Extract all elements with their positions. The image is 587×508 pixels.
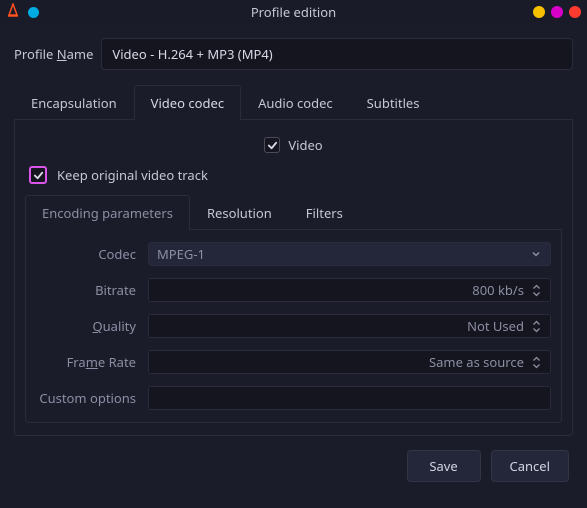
main-tabs: Encapsulation Video codec Audio codec Su… xyxy=(14,84,573,120)
subtab-filters[interactable]: Filters xyxy=(289,195,360,230)
custom-options-input[interactable] xyxy=(148,386,551,410)
titlebar: Profile edition xyxy=(0,0,587,24)
chevron-down-icon xyxy=(530,248,542,260)
quality-value: Not Used xyxy=(467,317,524,335)
framerate-value: Same as source xyxy=(429,353,524,371)
custom-options-label: Custom options xyxy=(36,389,148,407)
bitrate-label: Bitrate xyxy=(36,281,148,299)
spin-arrows[interactable] xyxy=(532,320,542,333)
tab-encapsulation[interactable]: Encapsulation xyxy=(14,85,134,120)
close-button[interactable] xyxy=(569,6,581,18)
chevron-up-icon xyxy=(532,284,541,290)
profile-name-input[interactable] xyxy=(101,38,573,70)
save-button[interactable]: Save xyxy=(407,450,481,482)
codec-label: Codec xyxy=(36,245,148,263)
check-icon xyxy=(267,140,278,151)
keep-original-checkbox[interactable] xyxy=(29,166,47,184)
tab-panel-video-codec: Video Keep original video track Encoding… xyxy=(14,120,573,436)
subtab-resolution[interactable]: Resolution xyxy=(190,195,289,230)
framerate-field[interactable]: Same as source xyxy=(148,350,551,374)
tab-audio-codec[interactable]: Audio codec xyxy=(241,85,350,120)
chevron-down-icon xyxy=(532,327,541,333)
chevron-down-icon xyxy=(532,291,541,297)
spin-arrows[interactable] xyxy=(532,356,542,369)
encoding-form: Codec MPEG-1 Bitrate 800 kb/s Quality xyxy=(25,230,562,423)
video-checkbox[interactable] xyxy=(264,137,280,153)
chevron-down-icon xyxy=(532,363,541,369)
quality-label: Quality xyxy=(36,317,148,335)
tab-video-codec[interactable]: Video codec xyxy=(134,85,241,120)
codec-value: MPEG-1 xyxy=(157,245,205,263)
framerate-label: Frame Rate xyxy=(36,353,148,371)
codec-select[interactable]: MPEG-1 xyxy=(148,242,551,266)
quality-field[interactable]: Not Used xyxy=(148,314,551,338)
chevron-up-icon xyxy=(532,320,541,326)
check-icon xyxy=(33,170,44,181)
minimize-button[interactable] xyxy=(533,6,545,18)
bitrate-field[interactable]: 800 kb/s xyxy=(148,278,551,302)
cancel-button[interactable]: Cancel xyxy=(491,450,569,482)
maximize-button[interactable] xyxy=(551,6,563,18)
keep-original-label: Keep original video track xyxy=(57,166,208,184)
profile-name-label: Profile Name xyxy=(14,45,93,63)
window-title: Profile edition xyxy=(0,3,587,21)
subtab-encoding[interactable]: Encoding parameters xyxy=(25,195,190,230)
sub-tabs: Encoding parameters Resolution Filters xyxy=(25,194,562,230)
chevron-up-icon xyxy=(532,356,541,362)
video-checkbox-label: Video xyxy=(288,136,322,154)
bitrate-value: 800 kb/s xyxy=(472,281,524,299)
tab-subtitles[interactable]: Subtitles xyxy=(350,85,437,120)
spin-arrows[interactable] xyxy=(532,284,542,297)
